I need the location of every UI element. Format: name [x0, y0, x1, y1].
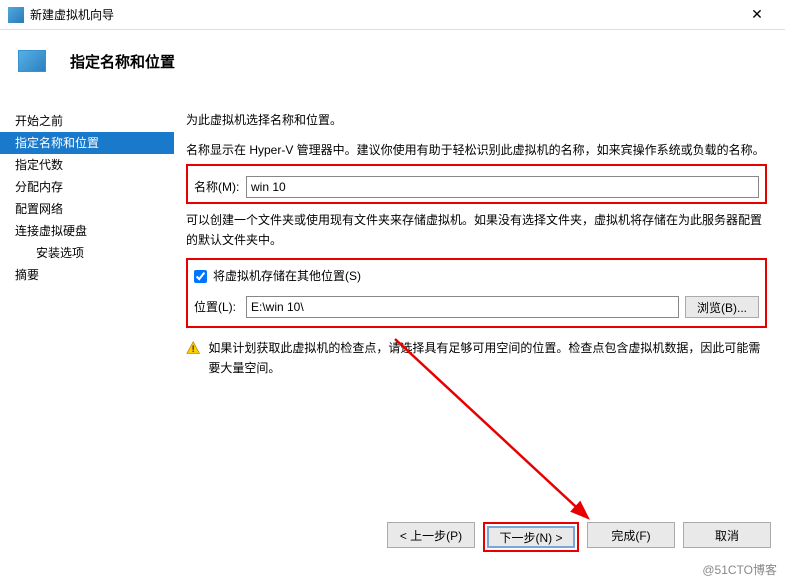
location-highlight-box: 将虚拟机存储在其他位置(S) 位置(L): 浏览(B)...: [186, 258, 767, 328]
cancel-button[interactable]: 取消: [683, 522, 771, 548]
wizard-icon: [18, 50, 46, 72]
step-name-location[interactable]: 指定名称和位置: [0, 132, 174, 154]
name-highlight-box: 名称(M):: [186, 164, 767, 204]
wizard-footer: < 上一步(P) 下一步(N) > 完成(F) 取消: [387, 522, 771, 552]
store-other-location-checkbox[interactable]: [194, 270, 207, 283]
step-install-options[interactable]: 安装选项: [0, 242, 174, 264]
intro-text-2: 名称显示在 Hyper-V 管理器中。建议你使用有助于轻松识别此虚拟机的名称，如…: [186, 140, 767, 160]
window-title: 新建虚拟机向导: [30, 6, 737, 23]
wizard-steps-sidebar: 开始之前 指定名称和位置 指定代数 分配内存 配置网络 连接虚拟硬盘 安装选项 …: [0, 86, 174, 536]
next-highlight-box: 下一步(N) >: [483, 522, 579, 552]
warning-icon: [186, 340, 200, 356]
intro-text-1: 为此虚拟机选择名称和位置。: [186, 110, 767, 130]
step-network[interactable]: 配置网络: [0, 198, 174, 220]
store-other-location-label: 将虚拟机存储在其他位置(S): [213, 266, 361, 286]
close-icon[interactable]: ✕: [737, 1, 777, 29]
previous-button[interactable]: < 上一步(P): [387, 522, 475, 548]
step-memory[interactable]: 分配内存: [0, 176, 174, 198]
finish-button[interactable]: 完成(F): [587, 522, 675, 548]
folder-note: 可以创建一个文件夹或使用现有文件夹来存储虚拟机。如果没有选择文件夹，虚拟机将存储…: [186, 210, 767, 250]
warning-text: 如果计划获取此虚拟机的检查点，请选择具有足够可用空间的位置。检查点包含虚拟机数据…: [208, 338, 767, 378]
next-button[interactable]: 下一步(N) >: [487, 526, 575, 548]
app-icon: [8, 7, 24, 23]
name-label: 名称(M):: [194, 177, 246, 197]
watermark-text: @51CTO博客: [702, 561, 777, 578]
title-bar: 新建虚拟机向导 ✕: [0, 0, 785, 30]
step-before-begin[interactable]: 开始之前: [0, 110, 174, 132]
location-input[interactable]: [246, 296, 679, 318]
step-generation[interactable]: 指定代数: [0, 154, 174, 176]
main-panel: 为此虚拟机选择名称和位置。 名称显示在 Hyper-V 管理器中。建议你使用有助…: [174, 86, 785, 536]
location-label: 位置(L):: [194, 297, 246, 317]
step-summary[interactable]: 摘要: [0, 264, 174, 286]
page-title: 指定名称和位置: [70, 51, 175, 72]
wizard-header: 指定名称和位置: [0, 30, 785, 86]
name-input[interactable]: [246, 176, 759, 198]
step-disk[interactable]: 连接虚拟硬盘: [0, 220, 174, 242]
browse-button[interactable]: 浏览(B)...: [685, 296, 759, 318]
